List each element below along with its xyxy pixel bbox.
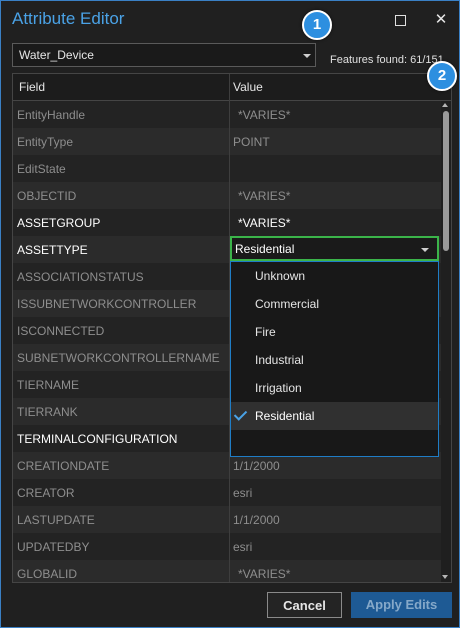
field-name-cell: OBJECTID: [17, 189, 77, 203]
field-name-cell: GLOBALID: [17, 567, 78, 581]
field-value-cell[interactable]: *VARIES*: [238, 567, 290, 581]
table-row[interactable]: LASTUPDATE 1/1/2000: [13, 506, 441, 533]
attribute-grid: Field Value EntityHandle *VARIES* EntityTy…: [12, 73, 452, 583]
table-row[interactable]: UPDATEDBY esri: [13, 533, 441, 560]
field-name-cell: ASSOCIATIONSTATUS: [17, 270, 144, 284]
apply-edits-button[interactable]: Apply Edits: [351, 592, 452, 618]
field-name-cell: ASSETGROUP: [17, 216, 101, 230]
callout-badge-1: 1: [302, 10, 332, 40]
scrollbar-thumb[interactable]: [443, 111, 449, 251]
table-row[interactable]: EntityType POINT: [13, 128, 441, 155]
field-name-cell: LASTUPDATE: [17, 513, 95, 527]
scroll-up-icon[interactable]: [442, 103, 448, 107]
cancel-button[interactable]: Cancel: [267, 592, 342, 618]
dropdown-option-label: Unknown: [255, 269, 306, 283]
callout-badge-2: 2: [427, 61, 457, 91]
field-value-cell[interactable]: esri: [233, 540, 252, 554]
chevron-down-icon: [421, 248, 429, 252]
field-column-header[interactable]: Field: [19, 80, 45, 94]
field-name-cell: SUBNETWORKCONTROLLERNAME: [17, 351, 220, 365]
dropdown-option[interactable]: Industrial: [231, 346, 438, 374]
table-row[interactable]: CREATOR esri: [13, 479, 441, 506]
field-value-cell[interactable]: POINT: [233, 135, 270, 149]
close-button[interactable]: ✕: [429, 8, 453, 32]
field-name-cell: ISCONNECTED: [17, 324, 105, 338]
table-row[interactable]: ASSETGROUP *VARIES*: [13, 209, 441, 236]
grid-scrollbar[interactable]: [441, 101, 451, 582]
dropdown-option[interactable]: Residential: [231, 402, 438, 430]
table-row[interactable]: OBJECTID *VARIES*: [13, 182, 441, 209]
attribute-editor-window: Attribute Editor ✕ Water_Device Features…: [0, 0, 460, 628]
dropdown-option[interactable]: Fire: [231, 318, 438, 346]
table-row[interactable]: EditState: [13, 155, 441, 182]
dropdown-option[interactable]: Commercial: [231, 290, 438, 318]
field-name-cell: CREATOR: [17, 486, 75, 500]
assettype-dropdown-list: Unknown Commercial Fire Industrial Irrigatio…: [230, 261, 439, 457]
field-name-cell: EntityType: [17, 135, 74, 149]
window-title: Attribute Editor: [12, 9, 125, 28]
dropdown-option[interactable]: Irrigation: [231, 374, 438, 402]
table-row[interactable]: EntityHandle *VARIES*: [13, 101, 441, 128]
assettype-combobox-value: Residential: [235, 242, 295, 256]
checkmark-icon: [233, 407, 248, 421]
field-name-cell: ASSETTYPE: [17, 243, 88, 257]
field-name-cell: TERMINALCONFIGURATION: [17, 432, 178, 446]
grid-header: Field Value: [13, 74, 451, 101]
scroll-down-icon[interactable]: [442, 575, 448, 579]
field-value-cell[interactable]: *VARIES*: [238, 189, 290, 203]
field-name-cell: ISSUBNETWORKCONTROLLER: [17, 297, 197, 311]
field-value-cell[interactable]: esri: [233, 486, 252, 500]
field-name-cell: UPDATEDBY: [17, 540, 90, 554]
chevron-down-icon: [303, 54, 311, 58]
field-name-cell: CREATIONDATE: [17, 459, 110, 473]
layer-select[interactable]: Water_Device: [12, 43, 316, 67]
dropdown-option-label: Residential: [255, 409, 315, 423]
dropdown-option[interactable]: Unknown: [231, 262, 438, 290]
field-name-cell: EntityHandle: [17, 108, 86, 122]
layer-select-value: Water_Device: [19, 48, 94, 62]
field-value-cell[interactable]: 1/1/2000: [233, 459, 280, 473]
field-value-cell[interactable]: 1/1/2000: [233, 513, 280, 527]
value-column-header[interactable]: Value: [233, 80, 263, 94]
field-value-cell[interactable]: *VARIES*: [238, 216, 290, 230]
field-name-cell: TIERNAME: [17, 378, 80, 392]
field-name-cell: TIERRANK: [17, 405, 78, 419]
dropdown-option-label: Fire: [255, 325, 276, 339]
maximize-icon: [395, 15, 406, 26]
assettype-combobox[interactable]: Residential: [230, 236, 439, 261]
close-icon: ✕: [434, 11, 448, 28]
table-row[interactable]: GLOBALID *VARIES*: [13, 560, 441, 582]
features-found-count: Features found: 61/151: [330, 54, 444, 66]
field-value-cell[interactable]: *VARIES*: [238, 108, 290, 122]
dropdown-option-label: Industrial: [255, 353, 304, 367]
dropdown-option-label: Irrigation: [255, 381, 302, 395]
maximize-button[interactable]: [389, 8, 413, 32]
field-name-cell: EditState: [17, 162, 66, 176]
dropdown-option-label: Commercial: [255, 297, 320, 311]
